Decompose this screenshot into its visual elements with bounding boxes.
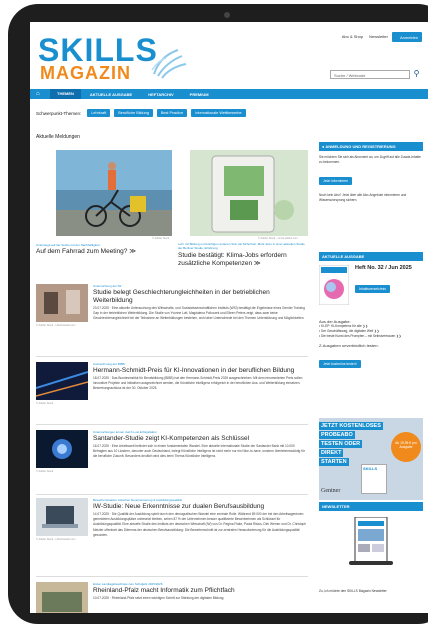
article-1-title[interactable]: Studie belegt Geschlechterungleichheiten… — [93, 289, 307, 305]
article-1-thumb[interactable] — [36, 284, 88, 322]
article-5-body: 10.07.2025 · Rheinland-Pfalz setzt einen… — [93, 596, 225, 600]
chip-best-practice[interactable]: Best Practice — [156, 109, 188, 117]
logo-hand-icon — [151, 49, 187, 79]
ad-brand: Gentner — [321, 488, 341, 494]
login-label: Anmelden — [400, 35, 419, 40]
article-4-title[interactable]: IW-Studie: Neue Erkenntnisse zur dualen … — [93, 503, 307, 511]
divider — [36, 576, 308, 577]
article-5: Erster Landtagsbeschluss zum Schuljahr 2… — [36, 582, 308, 613]
article-5-thumb[interactable] — [36, 582, 88, 613]
sidebar-newsletter: NEWSLETTER Zu, ich möchte den SKILLS Mag… — [319, 502, 423, 594]
article-2-category: Auszeichnung der BIBB — [93, 362, 125, 366]
article-4: © Adobe Stock - Lilischneider.com Bewerb… — [36, 498, 308, 578]
top-links: Abo & Shop Newsletter — [342, 34, 388, 39]
issue-link-3[interactable]: • Die beste Kunst des Prompten – mit Sel… — [319, 334, 423, 339]
theme-chips: Schwerpunkt-Themen: Lehrkraft Berufliche… — [36, 109, 246, 117]
article-3: © Adobe Stock Untersuchungen lernen durc… — [36, 430, 308, 495]
featured-1-title[interactable]: Auf dem Fahrrad zum Meeting? ≫ — [36, 248, 166, 256]
divider — [36, 424, 308, 425]
chip-wettbewerbe[interactable]: Internationale Wettbewerbe — [191, 109, 246, 117]
article-3-credit: © Adobe Stock — [36, 470, 54, 473]
newsletter-caption: Zu, ich möchte den SKILLS Magazin Newsle… — [319, 589, 387, 593]
article-2: © Adobe Stock Auszeichnung der BIBB Herm… — [36, 362, 308, 425]
search-icon[interactable]: ⚲ — [411, 69, 422, 80]
newsletter-link[interactable]: Newsletter — [369, 34, 388, 39]
featured-1-category: Unterwegs auf der Suche mit der Nachhalt… — [36, 243, 100, 247]
divider — [36, 494, 308, 495]
featured-2-credit: © Adobe Stock - vinnie.adobe.com — [258, 237, 298, 240]
featured-image-bicycle[interactable] — [56, 150, 172, 236]
article-3-thumb[interactable] — [36, 430, 88, 468]
ad-price-badge: Ab 19,95 € pro Ausgabe — [391, 432, 421, 462]
article-2-body: 18.07.2025 · Das Bundesinstitut für Beru… — [93, 376, 303, 391]
article-1-credit: © Adobe Stock - Lilischneider.com — [36, 324, 76, 327]
issue-unlimited-text: Z-Ausgaben unverbindlich testen: — [319, 343, 379, 348]
article-1-category: Untersuchung der IW — [93, 284, 122, 288]
featured-image-climate[interactable] — [190, 150, 308, 236]
featured-2-category: Lehr mit Bildung und künftigen anderen S… — [178, 242, 305, 250]
issue-block: Heft No. 32 / Jun 2025 Inhaltsverzeichni… — [319, 265, 423, 317]
chip-lehrkraft[interactable]: Lehrkraft — [87, 109, 111, 117]
ad-magazine-cover: SKILLS — [361, 464, 387, 494]
nav-item-aktuelle-ausgabe[interactable]: AKTUELLE AUSGABE — [83, 92, 139, 97]
issue-toc-button[interactable]: Inhaltsverzeichnis — [355, 285, 390, 293]
featured-2-title[interactable]: Studie bestätigt: Klima-Jobs erfordern z… — [178, 252, 308, 268]
nav-item-premium[interactable]: PREMIUM — [183, 92, 216, 97]
section-title: Aktuelle Meldungen — [36, 134, 80, 140]
browser-viewport: SKILLS MAGAZIN Abo & Shop Newsletter Anm… — [30, 22, 428, 613]
article-2-credit: © Adobe Stock — [36, 402, 54, 405]
register-text-2: Noch kein Abo? Jetzt über alle Abo-Angeb… — [319, 193, 407, 202]
register-heading: ● ANMELDUNG UND REGISTRIERUNG — [319, 142, 423, 151]
ad-line-4: DIREKT — [319, 449, 344, 457]
search-input[interactable]: Suche / Webcode — [330, 70, 410, 79]
issue-heading: AKTUELLE AUSGABE — [319, 252, 423, 261]
article-5-title[interactable]: Rheinland-Pfalz macht Informatik zum Pfl… — [93, 587, 307, 595]
sidebar-register: ● ANMELDUNG UND REGISTRIERUNG Sie möchte… — [319, 142, 423, 203]
article-2-title[interactable]: Hermann-Schmidt-Preis für KI-Innovatione… — [93, 367, 307, 375]
ad-probeabo[interactable]: JETZT KOSTENLOSES PROBEABO TESTEN ODER D… — [319, 418, 423, 500]
divider — [36, 356, 308, 357]
issue-title: Heft No. 32 / Jun 2025 — [355, 265, 412, 271]
article-4-credit: © Adobe Stock - Lilischneider.com — [36, 538, 76, 541]
nav-item-themen[interactable]: THEMEN — [50, 89, 81, 99]
sidebar-issue: AKTUELLE AUSGABE Heft No. 32 / Jun 2025 … — [319, 252, 423, 370]
article-4-body: 14.07.2025 · Die Qualität der Ausbildung… — [93, 512, 307, 537]
register-text: Sie möchten Sie sich als Abonnent an, um… — [319, 155, 421, 164]
camera-icon — [224, 12, 230, 18]
article-5-category: Erster Landtagsbeschluss zum Schuljahr 2… — [93, 582, 163, 586]
nav-item-heftarchiv[interactable]: HEFTARCHIV — [141, 92, 180, 97]
article-4-thumb[interactable] — [36, 498, 88, 536]
site-header: SKILLS MAGAZIN Abo & Shop Newsletter Anm… — [30, 22, 428, 88]
themes-label: Schwerpunkt-Themen: — [36, 110, 82, 116]
article-4-category: Bewerbersituation zwischen Neuorientieru… — [93, 498, 182, 502]
test-free-button[interactable]: Jetzt kostenlos testen! — [319, 360, 361, 368]
article-3-category: Untersuchungen lernen durch Lust Erfolgs… — [93, 430, 157, 434]
ad-line-3: TESTEN ODER — [319, 440, 363, 448]
abo-shop-link[interactable]: Abo & Shop — [342, 34, 363, 39]
logo-magazin[interactable]: MAGAZIN — [40, 63, 131, 84]
article-3-body: 16.07.2025 · Eine Arbeitswelt befindet s… — [93, 444, 305, 459]
newsletter-heading: NEWSLETTER — [319, 502, 423, 511]
chip-berufliche-bildung[interactable]: Berufliche Bildung — [114, 109, 153, 117]
article-3-title[interactable]: Santander-Studie zeigt KI-Kompetenzen al… — [93, 435, 307, 443]
newsletter-preview-image[interactable] — [349, 517, 393, 573]
ad-line-1: JETZT KOSTENLOSES — [319, 422, 383, 430]
login-button[interactable]: Anmelden — [392, 32, 422, 42]
article-1: © Adobe Stock - Lilischneider.com Unters… — [36, 284, 308, 357]
register-info-button[interactable]: Jetzt informieren — [319, 177, 353, 185]
issue-cover[interactable] — [319, 265, 349, 305]
ad-line-5: STARTEN — [319, 458, 349, 466]
home-icon[interactable]: ⌂ — [36, 91, 48, 97]
article-2-thumb[interactable] — [36, 362, 88, 400]
main-nav: ⌂ THEMEN AKTUELLE AUSGABE HEFTARCHIV PRE… — [30, 89, 428, 99]
article-1-body: 23.07.2025 · Eine aktuelle Untersuchung … — [93, 306, 305, 321]
ad-line-2: PROBEABO — [319, 431, 355, 439]
featured-1-credit: © Adobe Stock — [152, 237, 170, 240]
